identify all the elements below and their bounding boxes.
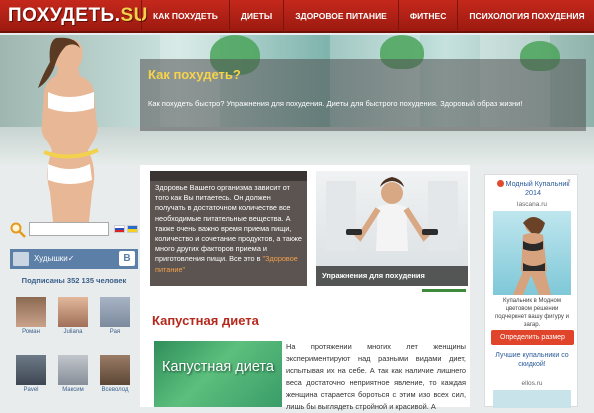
search-bar xyxy=(10,222,140,240)
vk-group-name: Худышки✓ xyxy=(34,254,75,263)
ad-sub-domain: ellos.ru xyxy=(521,380,543,387)
find-size-button[interactable]: Определить размер xyxy=(491,330,574,345)
vk-group-avatar xyxy=(13,252,29,266)
exercise-card[interactable]: Упражнения для похудения xyxy=(316,171,468,286)
nav-item-healthy-eating[interactable]: ЗДОРОВОЕ ПИТАНИЕ xyxy=(283,0,398,33)
article-title[interactable]: Капустная диета xyxy=(152,313,259,328)
healthy-eating-text: Здоровье Вашего организма зависит от тог… xyxy=(155,183,302,274)
main-nav: КАК ПОХУДЕТЬ ДИЕТЫ ЗДОРОВОЕ ПИТАНИЕ ФИТН… xyxy=(141,0,594,33)
flag-ua-icon[interactable] xyxy=(127,225,138,233)
fitness-woman-image xyxy=(38,37,99,232)
nav-item-how-to-lose-weight[interactable]: КАК ПОХУДЕТЬ xyxy=(141,0,229,33)
ad-subtitle[interactable]: Лучшие купальники со скидкой! xyxy=(493,351,571,369)
hero-subtitle: Как похудеть быстро? Упражнения для поху… xyxy=(148,99,523,108)
article-image-caption: Капустная диета xyxy=(162,359,274,375)
slider-indicator xyxy=(422,289,466,292)
member-avatar[interactable]: Роман xyxy=(16,297,46,335)
ad-thumbnail[interactable] xyxy=(493,390,571,408)
nav-item-diets[interactable]: ДИЕТЫ xyxy=(228,0,283,33)
main-content: Здоровье Вашего организма зависит от тог… xyxy=(140,165,470,411)
ad-brand-icon xyxy=(496,180,504,187)
search-icon[interactable] xyxy=(10,222,26,238)
member-avatar[interactable]: Всеволод xyxy=(100,355,130,393)
ad-block: × Модный Купальник 2014 lascana.ru Купал… xyxy=(484,174,578,408)
nav-item-fitness[interactable]: ФИТНЕС xyxy=(397,0,458,33)
swimsuit-ad-image[interactable] xyxy=(493,211,571,295)
member-avatar[interactable]: Juliana xyxy=(58,297,88,335)
vk-group-header[interactable]: Худышки✓ В xyxy=(10,249,138,269)
exercise-caption: Упражнения для похудения xyxy=(316,266,468,286)
hero-title: Как похудеть? xyxy=(148,67,241,82)
article-excerpt: На протяжении многих лет женщины экспери… xyxy=(286,342,466,411)
hero-panel: Как похудеть? Как похудеть быстро? Упраж… xyxy=(140,59,586,131)
flag-ru-icon[interactable] xyxy=(114,225,125,233)
member-avatar[interactable]: Максим xyxy=(58,355,88,393)
cabbage-diet-image[interactable]: Капустная диета xyxy=(154,341,282,407)
member-avatar[interactable]: Рая xyxy=(100,297,130,335)
ad-domain: lascana.ru xyxy=(517,201,547,208)
search-input[interactable] xyxy=(29,222,109,236)
ad-description: Купальник в Модном цветовом решении подч… xyxy=(495,298,569,328)
nav-item-psychology[interactable]: ПСИХОЛОГИЯ ПОХУДЕНИЯ xyxy=(457,0,594,33)
ad-title[interactable]: Модный Купальник 2014 xyxy=(491,179,575,197)
member-avatar[interactable]: Pavel xyxy=(16,355,46,393)
subscriber-count: Подписаны 352 135 человек xyxy=(21,276,127,285)
vk-logo-icon[interactable]: В xyxy=(119,251,135,266)
top-navbar: ПОХУДЕТЬ.SU КАК ПОХУДЕТЬ ДИЕТЫ ЗДОРОВОЕ … xyxy=(0,0,594,33)
healthy-eating-card[interactable]: Здоровье Вашего организма зависит от тог… xyxy=(150,171,307,286)
site-logo[interactable]: ПОХУДЕТЬ.SU xyxy=(8,5,148,27)
